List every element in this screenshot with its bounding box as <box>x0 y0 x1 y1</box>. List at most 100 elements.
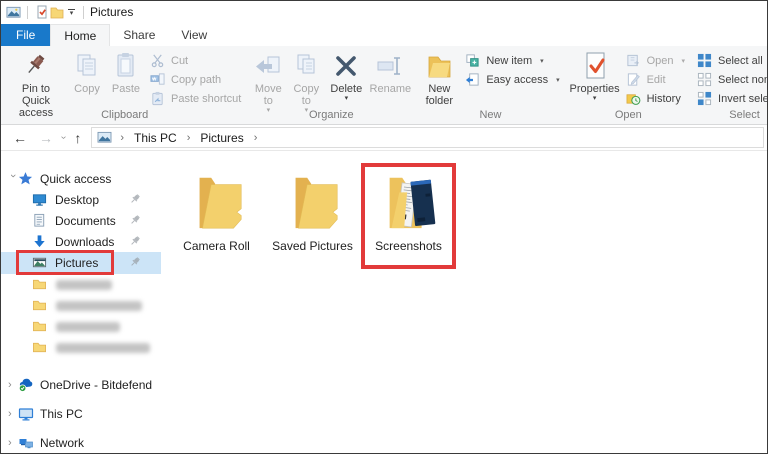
tab-home[interactable]: Home <box>50 24 110 46</box>
new-item-icon <box>465 53 481 69</box>
up-button[interactable]: ↑ <box>68 131 87 145</box>
invert-selection-icon <box>697 91 713 107</box>
network-icon <box>18 435 34 451</box>
sidebar-item-blurred-folder-4[interactable] <box>1 337 161 358</box>
back-button[interactable]: ← <box>7 131 33 145</box>
tab-file[interactable]: File <box>1 24 50 46</box>
qat-new-folder-icon[interactable] <box>49 5 64 20</box>
sidebar-item-blurred-folder-1[interactable] <box>1 274 161 295</box>
pin-icon[interactable] <box>129 235 141 250</box>
sidebar-item-this-pc[interactable]: › This PC <box>1 399 161 428</box>
invert-selection-button[interactable]: Invert selection <box>693 89 768 108</box>
address-location-icon <box>97 131 112 144</box>
scissors-icon <box>150 53 166 69</box>
copy-button[interactable]: Copy <box>68 48 106 95</box>
sidebar-item-quick-access[interactable]: › Quick access <box>1 168 161 189</box>
sidebar-item-documents[interactable]: Documents <box>1 210 161 231</box>
move-to-icon <box>252 50 284 82</box>
sidebar-label-downloads: Downloads <box>55 235 114 249</box>
sidebar-item-desktop[interactable]: Desktop <box>1 189 161 210</box>
folder-icon <box>32 277 48 293</box>
open-icon <box>626 53 642 69</box>
ribbon-group-select: Select all Select none Invert selection <box>691 47 768 124</box>
sidebar-item-network[interactable]: › Network <box>1 428 161 453</box>
new-folder-icon <box>423 50 455 82</box>
ribbon-tabs: File Home Share View <box>1 23 767 46</box>
sidebar-label-onedrive: OneDrive - Bitdefend <box>40 378 152 392</box>
copy-path-button[interactable]: Copy path <box>146 70 245 89</box>
qat-properties-icon[interactable] <box>34 5 49 20</box>
sidebar-label-quick-access: Quick access <box>40 172 111 186</box>
pin-icon[interactable] <box>129 193 141 208</box>
new-folder-button[interactable]: New folder <box>417 48 461 107</box>
breadcrumb-pictures[interactable]: Pictures <box>198 131 245 145</box>
sidebar-label-desktop: Desktop <box>55 193 99 207</box>
sidebar-item-blurred-folder-2[interactable] <box>1 295 161 316</box>
tab-view[interactable]: View <box>168 24 220 46</box>
sidebar-item-downloads[interactable]: Downloads <box>1 231 161 252</box>
sidebar-item-blurred-folder-3[interactable] <box>1 316 161 337</box>
copy-icon <box>71 50 103 82</box>
move-to-button[interactable]: Move to ▾ <box>249 48 287 114</box>
select-small-buttons: Select all Select none Invert selection <box>693 48 768 108</box>
folder-icon <box>32 319 48 335</box>
history-button[interactable]: History <box>622 89 689 108</box>
open-button[interactable]: Open ▾ <box>622 51 689 70</box>
chevron-right-icon[interactable]: › <box>8 437 18 449</box>
folder-icon <box>186 171 248 236</box>
chevron-down-icon[interactable]: › <box>7 174 19 184</box>
chevron-right-icon[interactable]: › <box>8 379 18 391</box>
recent-locations-chevron[interactable]: › <box>58 133 69 142</box>
documents-icon <box>32 213 48 229</box>
chevron-right-icon[interactable]: › <box>8 408 18 420</box>
pin-icon[interactable] <box>129 214 141 229</box>
rename-button[interactable]: Rename <box>367 48 413 95</box>
address-input[interactable]: › This PC › Pictures › <box>91 127 764 148</box>
properties-icon <box>579 50 611 82</box>
titlebar-separator <box>27 6 28 19</box>
folder-item-saved-pictures[interactable]: Saved Pictures <box>265 163 360 253</box>
properties-button[interactable]: Properties ▾ <box>568 48 622 102</box>
breadcrumb-chevron2: › <box>184 132 194 144</box>
tab-share[interactable]: Share <box>110 24 168 46</box>
sidebar-label-this-pc: This PC <box>40 407 83 421</box>
sidebar-item-pictures[interactable]: Pictures <box>1 252 161 274</box>
history-icon <box>626 91 642 107</box>
cut-button[interactable]: Cut <box>146 51 245 70</box>
folder-item-screenshots[interactable]: Screenshots <box>361 163 456 269</box>
paste-icon <box>110 50 142 82</box>
select-all-icon <box>697 53 713 69</box>
edit-icon <box>626 72 642 88</box>
folder-icon <box>32 340 48 356</box>
breadcrumb-this-pc[interactable]: This PC <box>132 131 179 145</box>
paste-shortcut-icon <box>150 91 166 107</box>
folder-icon <box>282 171 344 236</box>
pin-icon[interactable] <box>129 256 141 271</box>
copy-to-button[interactable]: Copy to ▾ <box>287 48 325 114</box>
folder-icon <box>32 298 48 314</box>
sidebar-item-onedrive[interactable]: › OneDrive - Bitdefend <box>1 370 161 399</box>
select-none-button[interactable]: Select none <box>693 70 768 89</box>
easy-access-button[interactable]: Easy access ▾ <box>461 70 563 89</box>
delete-x-icon <box>330 50 362 82</box>
select-all-button[interactable]: Select all <box>693 51 768 70</box>
file-list: Camera Roll Saved Pictures <box>161 151 767 453</box>
folder-with-screenshots-icon <box>378 171 440 236</box>
new-item-button[interactable]: New item ▾ <box>461 51 563 70</box>
ribbon-group-new: New folder New item ▾ Easy acce <box>415 47 565 124</box>
forward-button[interactable]: → <box>33 131 59 145</box>
paste-shortcut-button[interactable]: Paste shortcut <box>146 89 245 108</box>
folder-name: Camera Roll <box>183 239 250 253</box>
this-pc-icon <box>18 406 34 422</box>
paste-button[interactable]: Paste <box>106 48 146 95</box>
sidebar-label-pictures: Pictures <box>55 256 98 270</box>
quick-access-star-icon <box>18 171 34 187</box>
navigation-pane: › Quick access Desktop Documen <box>1 151 161 453</box>
customize-quick-access-icon[interactable]: ▾ <box>68 9 75 16</box>
breadcrumb-chevron: › <box>117 132 127 144</box>
delete-button[interactable]: Delete ▾ <box>325 48 367 102</box>
group-label-organize: Organize <box>247 108 415 121</box>
edit-button[interactable]: Edit <box>622 70 689 89</box>
window-pictures-icon <box>6 5 21 20</box>
folder-item-camera-roll[interactable]: Camera Roll <box>169 163 264 253</box>
